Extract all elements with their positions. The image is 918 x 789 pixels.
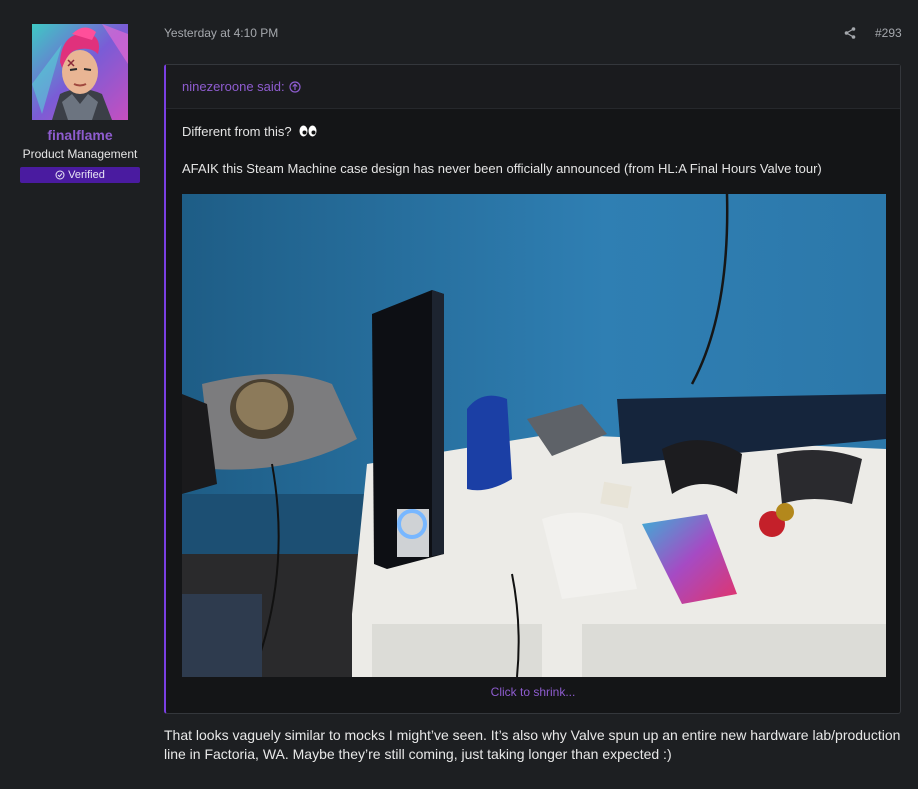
- post-timestamp[interactable]: Yesterday at 4:10 PM: [164, 26, 278, 40]
- quote-text-line: AFAIK this Steam Machine case design has…: [182, 161, 822, 176]
- post-number[interactable]: #293: [875, 26, 902, 40]
- avatar[interactable]: [32, 24, 128, 120]
- quote-attribution[interactable]: ninezeroone said:: [166, 65, 900, 109]
- quote-line-1: Different from this?: [182, 124, 292, 139]
- quote-block: ninezeroone said: Different from this? A…: [164, 64, 901, 714]
- eyes-emoji-icon: [299, 125, 317, 137]
- check-circle-icon: [55, 170, 65, 180]
- post-body-text: That looks vaguely similar to mocks I mi…: [164, 727, 901, 762]
- quoted-photo[interactable]: [182, 194, 886, 677]
- user-title: Product Management: [22, 147, 138, 161]
- arrow-up-circle-icon[interactable]: [289, 81, 301, 93]
- post-author-column: finalflame Product Management Verified: [0, 0, 160, 789]
- share-icon[interactable]: [843, 26, 857, 40]
- click-to-shrink-link[interactable]: Click to shrink...: [166, 685, 900, 699]
- username[interactable]: finalflame: [0, 127, 160, 143]
- verified-badge: Verified: [20, 167, 140, 183]
- quote-text-line: Different from this?: [182, 124, 317, 139]
- verified-label: Verified: [68, 169, 105, 181]
- quote-author-label[interactable]: ninezeroone said:: [182, 79, 285, 94]
